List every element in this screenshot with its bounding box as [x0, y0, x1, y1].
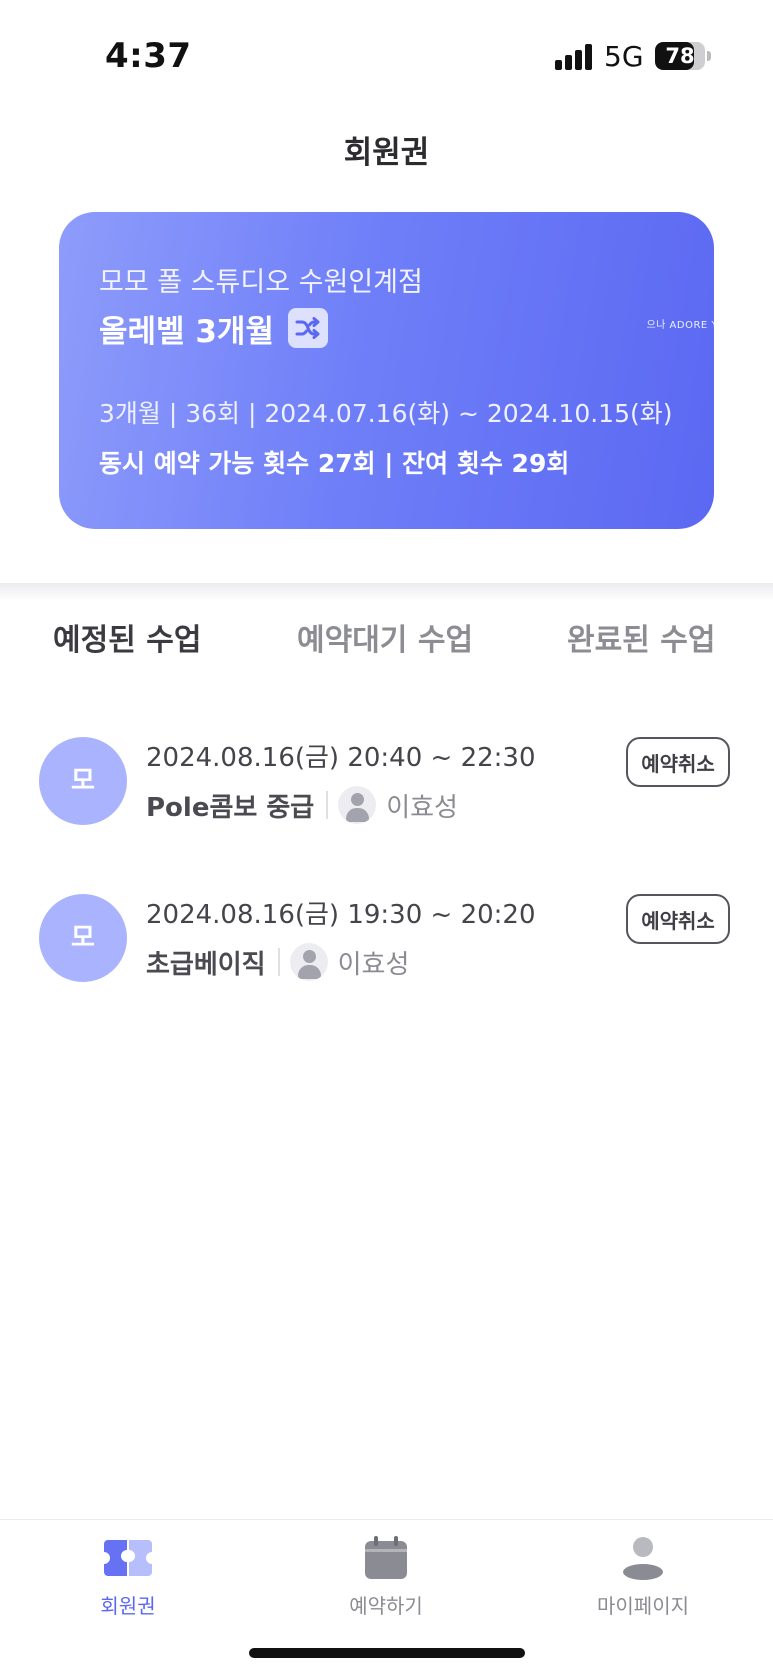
instructor-name: 이효성: [337, 949, 410, 980]
nav-label: 마이페이지: [597, 1594, 689, 1618]
network-type: 5G: [604, 40, 644, 73]
divider: [326, 791, 329, 819]
user-icon: [623, 1537, 663, 1580]
status-time: 4:37: [105, 36, 192, 76]
nav-label: 회원권: [100, 1594, 156, 1618]
home-indicator: [249, 1648, 525, 1658]
calendar-icon: [365, 1536, 407, 1579]
nav-item-membership[interactable]: 회원권: [28, 1520, 228, 1630]
instructor-name: 이효성: [386, 792, 458, 823]
divider: [277, 948, 280, 976]
nav-item-reserve[interactable]: 예약하기: [286, 1520, 486, 1630]
plan-name: 올레벨 3개월: [99, 313, 274, 350]
class-time: 2024.08.16(금) 20:40 ~ 22:30: [146, 743, 536, 773]
class-item[interactable]: 모 2024.08.16(금) 19:30 ~ 20:20 초급베이직 이효성 …: [0, 894, 773, 994]
class-name: 초급베이직: [146, 949, 266, 980]
ticket-icon: [104, 1540, 152, 1576]
cancel-reservation-button[interactable]: 예약취소: [626, 894, 730, 944]
membership-card[interactable]: 모모 폴 스튜디오 수원인계점 올레벨 3개월 으나 ADORE Y 3개월 |…: [59, 212, 714, 529]
studio-avatar: 모: [39, 894, 127, 982]
plan-row: 올레벨 3개월: [99, 308, 328, 350]
tab-waiting[interactable]: 예약대기 수업: [297, 615, 473, 659]
class-item[interactable]: 모 2024.08.16(금) 20:40 ~ 22:30 Pole콤보 중급 …: [0, 737, 773, 837]
class-info: 초급베이직 이효성: [146, 942, 409, 982]
tab-scheduled[interactable]: 예정된 수업: [53, 615, 201, 659]
instructor-avatar-icon: [289, 943, 328, 981]
class-tabs: 예정된 수업 예약대기 수업 완료된 수업: [0, 615, 773, 665]
battery-cap: [707, 51, 711, 61]
battery-icon: 78: [655, 42, 705, 70]
studio-name: 모모 폴 스튜디오 수원인계점: [99, 267, 423, 298]
page-title: 회원권: [343, 135, 430, 171]
switch-membership-button[interactable]: [287, 308, 328, 348]
class-name: Pole콤보 중급: [146, 792, 315, 823]
nav-item-mypage[interactable]: 마이페이지: [543, 1520, 743, 1630]
section-divider: [0, 583, 773, 601]
class-info: Pole콤보 중급 이효성: [146, 785, 458, 825]
membership-period: 3개월 | 36회 | 2024.07.16(화) ~ 2024.10.15(화…: [99, 399, 673, 428]
studio-avatar: 모: [39, 737, 127, 825]
nav-label: 예약하기: [349, 1594, 423, 1618]
shuffle-icon: [295, 317, 320, 339]
instructor-avatar-icon: [338, 786, 377, 824]
membership-counts: 동시 예약 가능 횟수 27회 | 잔여 횟수 29회: [99, 449, 570, 478]
signal-icon: [555, 44, 595, 70]
status-bar: 4:37 5G 78: [0, 0, 773, 115]
cancel-reservation-button[interactable]: 예약취소: [626, 737, 730, 787]
card-watermark: 으나 ADORE Y: [646, 320, 714, 331]
battery-level: 78: [665, 44, 695, 68]
class-time: 2024.08.16(금) 19:30 ~ 20:20: [146, 900, 536, 930]
tab-completed[interactable]: 완료된 수업: [567, 615, 715, 659]
